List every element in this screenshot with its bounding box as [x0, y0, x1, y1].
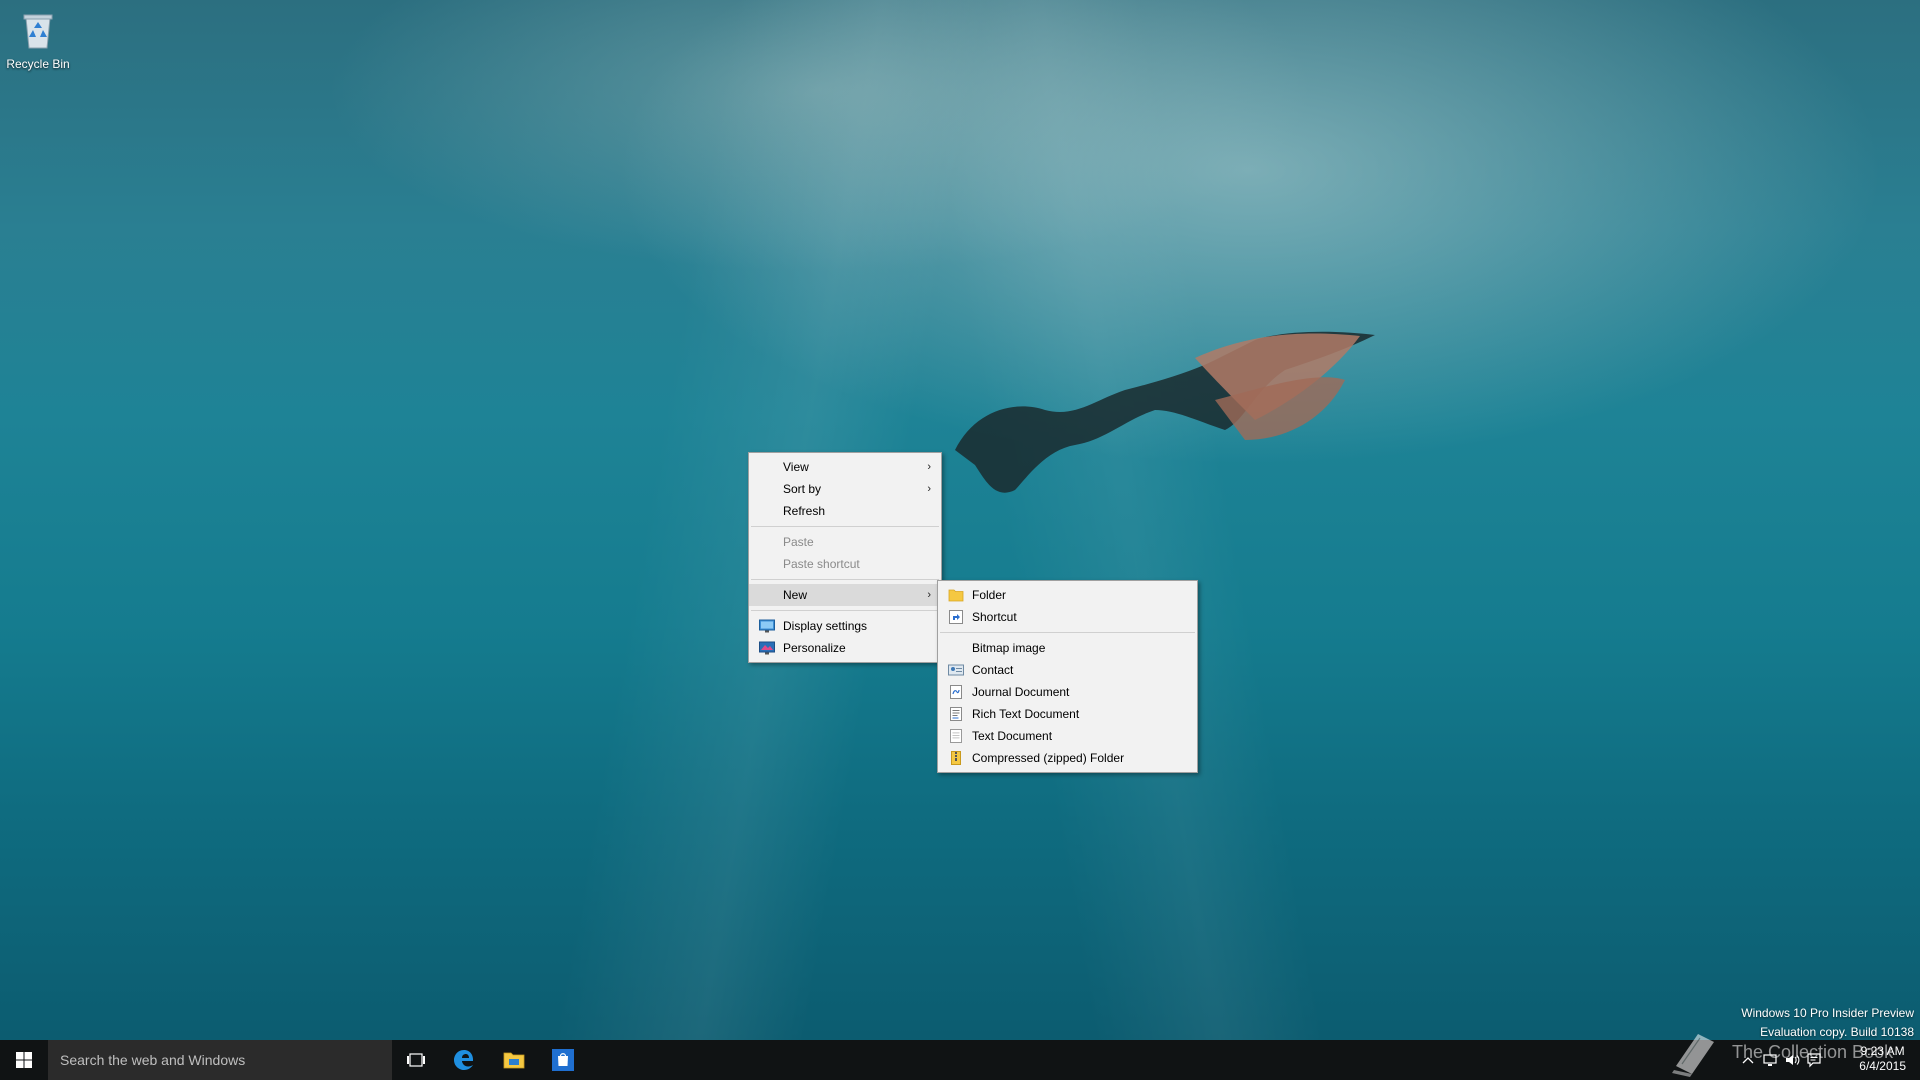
menu-separator [751, 579, 939, 580]
edge-icon [454, 1050, 474, 1070]
recycle-bin-label: Recycle Bin [6, 57, 70, 71]
menu-item-label: Refresh [783, 504, 826, 518]
submenu-item-label: Shortcut [972, 610, 1017, 624]
menu-separator [751, 610, 939, 611]
menu-separator [940, 632, 1195, 633]
menu-item-label: Paste [783, 535, 814, 549]
menu-item-label: Personalize [783, 641, 846, 655]
menu-item-view[interactable]: View › [749, 456, 941, 478]
submenu-item-label: Compressed (zipped) Folder [972, 751, 1125, 765]
menu-item-label: Sort by [783, 482, 822, 496]
submenu-item-label: Bitmap image [972, 641, 1046, 655]
edge-button[interactable] [440, 1040, 488, 1080]
menu-item-new[interactable]: New › [749, 584, 941, 606]
personalize-icon [759, 641, 775, 655]
brand-name: The Collection Book [1732, 1042, 1894, 1062]
file-explorer-icon [503, 1052, 525, 1069]
menu-item-paste[interactable]: Paste [749, 531, 941, 553]
brand-watermark: The Collection Book [1668, 1030, 1908, 1080]
menu-item-label: Display settings [783, 619, 868, 633]
contact-icon [948, 664, 964, 676]
book-logo-icon [1672, 1034, 1714, 1077]
start-button[interactable] [0, 1040, 48, 1080]
submenu-item-folder[interactable]: Folder [938, 584, 1197, 606]
file-explorer-button[interactable] [490, 1040, 538, 1080]
diver-image [955, 331, 1375, 493]
menu-item-label: View [783, 460, 809, 474]
zip-folder-icon [951, 751, 961, 765]
task-view-icon [407, 1053, 425, 1067]
text-document-icon [950, 729, 962, 743]
menu-item-display-settings[interactable]: Display settings [749, 615, 941, 637]
submenu-item-text-document[interactable]: Text Document [938, 725, 1197, 747]
watermark-line-1: Windows 10 Pro Insider Preview [1741, 1006, 1914, 1020]
shortcut-icon [949, 610, 963, 624]
journal-document-icon [950, 685, 962, 699]
submenu-item-compressed-folder[interactable]: Compressed (zipped) Folder [938, 747, 1197, 769]
menu-item-label: Paste shortcut [783, 557, 860, 571]
rich-text-document-icon [950, 707, 962, 721]
submenu-arrow-icon: › [927, 589, 931, 601]
submenu-item-shortcut[interactable]: Shortcut [938, 606, 1197, 628]
submenu-arrow-icon: › [927, 483, 931, 495]
submenu-item-bitmap-image[interactable]: Bitmap image [938, 637, 1197, 659]
menu-item-refresh[interactable]: Refresh [749, 500, 941, 522]
submenu-item-journal-document[interactable]: Journal Document [938, 681, 1197, 703]
submenu-item-label: Journal Document [972, 685, 1070, 699]
taskbar: Search the web and Windows 9:23 AM 6/4/2… [0, 1040, 1920, 1080]
menu-item-personalize[interactable]: Personalize [749, 637, 941, 659]
task-view-button[interactable] [392, 1040, 440, 1080]
submenu-item-label: Text Document [972, 729, 1053, 743]
menu-item-label: New [783, 588, 808, 602]
recycle-bin[interactable]: Recycle Bin [4, 6, 72, 71]
menu-item-sort-by[interactable]: Sort by › [749, 478, 941, 500]
windows-logo-icon [16, 1052, 32, 1068]
desktop-context-menu: View › Sort by › Refresh Paste Paste sho… [748, 452, 942, 663]
display-settings-icon [759, 619, 775, 633]
recycle-bin-icon [23, 14, 53, 49]
store-button[interactable] [539, 1040, 587, 1080]
submenu-item-label: Folder [972, 588, 1007, 602]
store-icon [552, 1049, 574, 1071]
submenu-item-contact[interactable]: Contact [938, 659, 1197, 681]
search-input[interactable]: Search the web and Windows [48, 1040, 392, 1080]
submenu-arrow-icon: › [927, 461, 931, 473]
menu-separator [751, 526, 939, 527]
folder-icon [948, 589, 964, 602]
submenu-item-label: Rich Text Document [972, 707, 1080, 721]
submenu-item-rich-text-document[interactable]: Rich Text Document [938, 703, 1197, 725]
submenu-item-label: Contact [972, 663, 1014, 677]
new-submenu: Folder Shortcut Bitmap image Contact Jou… [937, 580, 1198, 773]
desktop-background[interactable]: Recycle Bin [0, 0, 1920, 1040]
menu-item-paste-shortcut[interactable]: Paste shortcut [749, 553, 941, 575]
